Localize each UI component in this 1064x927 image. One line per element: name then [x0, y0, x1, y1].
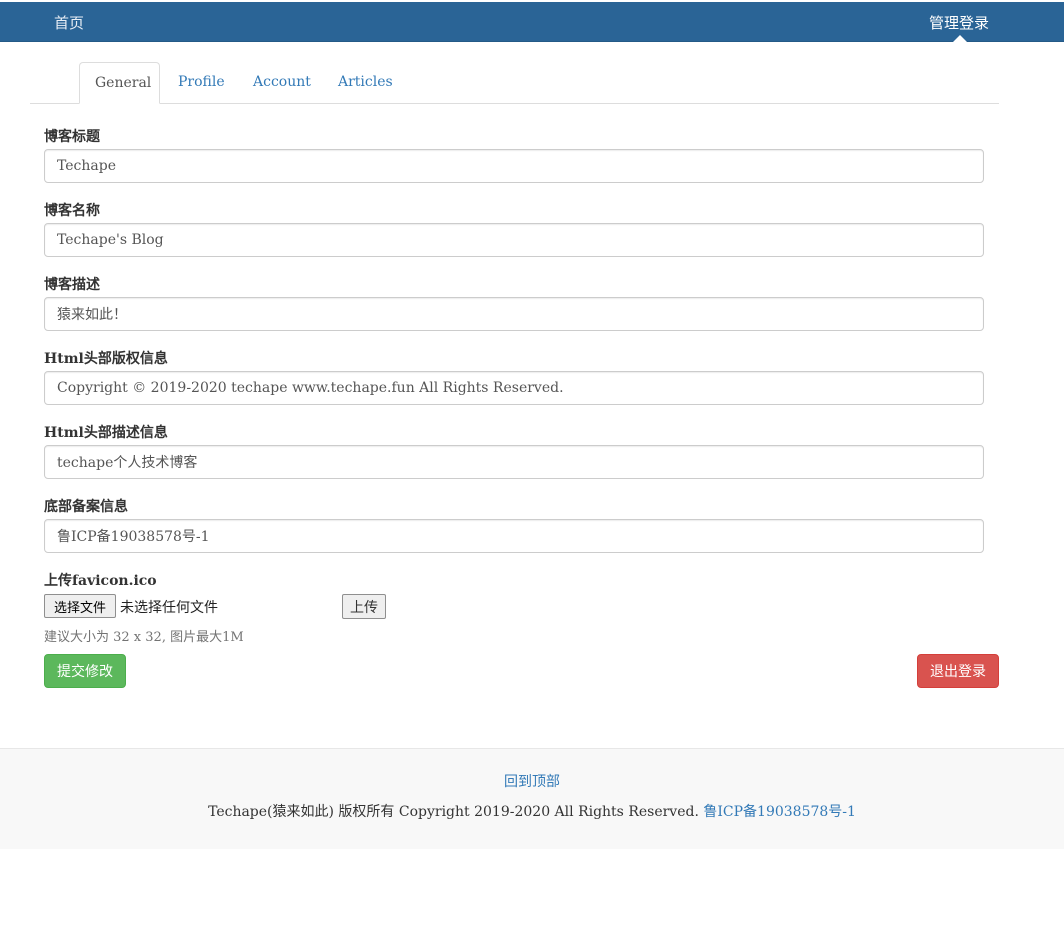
blog-description-input[interactable] [44, 297, 984, 331]
back-to-top-link[interactable]: 回到顶部 [0, 771, 1064, 791]
tab-profile[interactable]: Profile [163, 62, 240, 104]
tab-account[interactable]: Account [238, 62, 326, 104]
html-copyright-label: Html头部版权信息 [44, 351, 168, 367]
choose-file-button[interactable]: 选择文件 [44, 594, 116, 618]
active-caret-icon [953, 35, 967, 42]
logout-button[interactable]: 退出登录 [917, 654, 999, 688]
top-navbar: 首页 管理登录 [0, 2, 1064, 42]
blog-title-input[interactable] [44, 149, 984, 183]
nav-admin-login-link[interactable]: 管理登录 [929, 12, 989, 33]
html-copyright-input[interactable] [44, 371, 984, 405]
file-status-text: 未选择任何文件 [120, 600, 218, 616]
page-footer: 回到顶部 Techape(猿来如此) 版权所有 Copyright 2019-2… [0, 748, 1064, 849]
icp-link[interactable]: 鲁ICP备19038578号-1 [703, 804, 856, 820]
favicon-size-hint: 建议大小为 32 x 32, 图片最大1M [44, 630, 244, 645]
blog-title-label: 博客标题 [44, 129, 100, 145]
submit-changes-button[interactable]: 提交修改 [44, 654, 126, 688]
settings-tabs: General Profile Account Articles [30, 62, 999, 104]
upload-button[interactable]: 上传 [342, 594, 386, 619]
favicon-upload-label: 上传favicon.ico [44, 573, 157, 589]
footer-icp-input[interactable] [44, 519, 984, 553]
blog-description-label: 博客描述 [44, 277, 100, 293]
blog-name-input[interactable] [44, 223, 984, 257]
html-description-input[interactable] [44, 445, 984, 479]
blog-name-label: 博客名称 [44, 203, 100, 219]
nav-home-link[interactable]: 首页 [54, 12, 84, 33]
tab-general[interactable]: General [79, 62, 160, 104]
footer-copyright: Techape(猿来如此) 版权所有 Copyright 2019-2020 A… [0, 801, 1064, 821]
html-description-label: Html头部描述信息 [44, 425, 168, 441]
footer-icp-label: 底部备案信息 [44, 499, 128, 515]
tab-articles[interactable]: Articles [323, 62, 408, 104]
copyright-text: Techape(猿来如此) 版权所有 Copyright 2019-2020 A… [208, 804, 699, 820]
